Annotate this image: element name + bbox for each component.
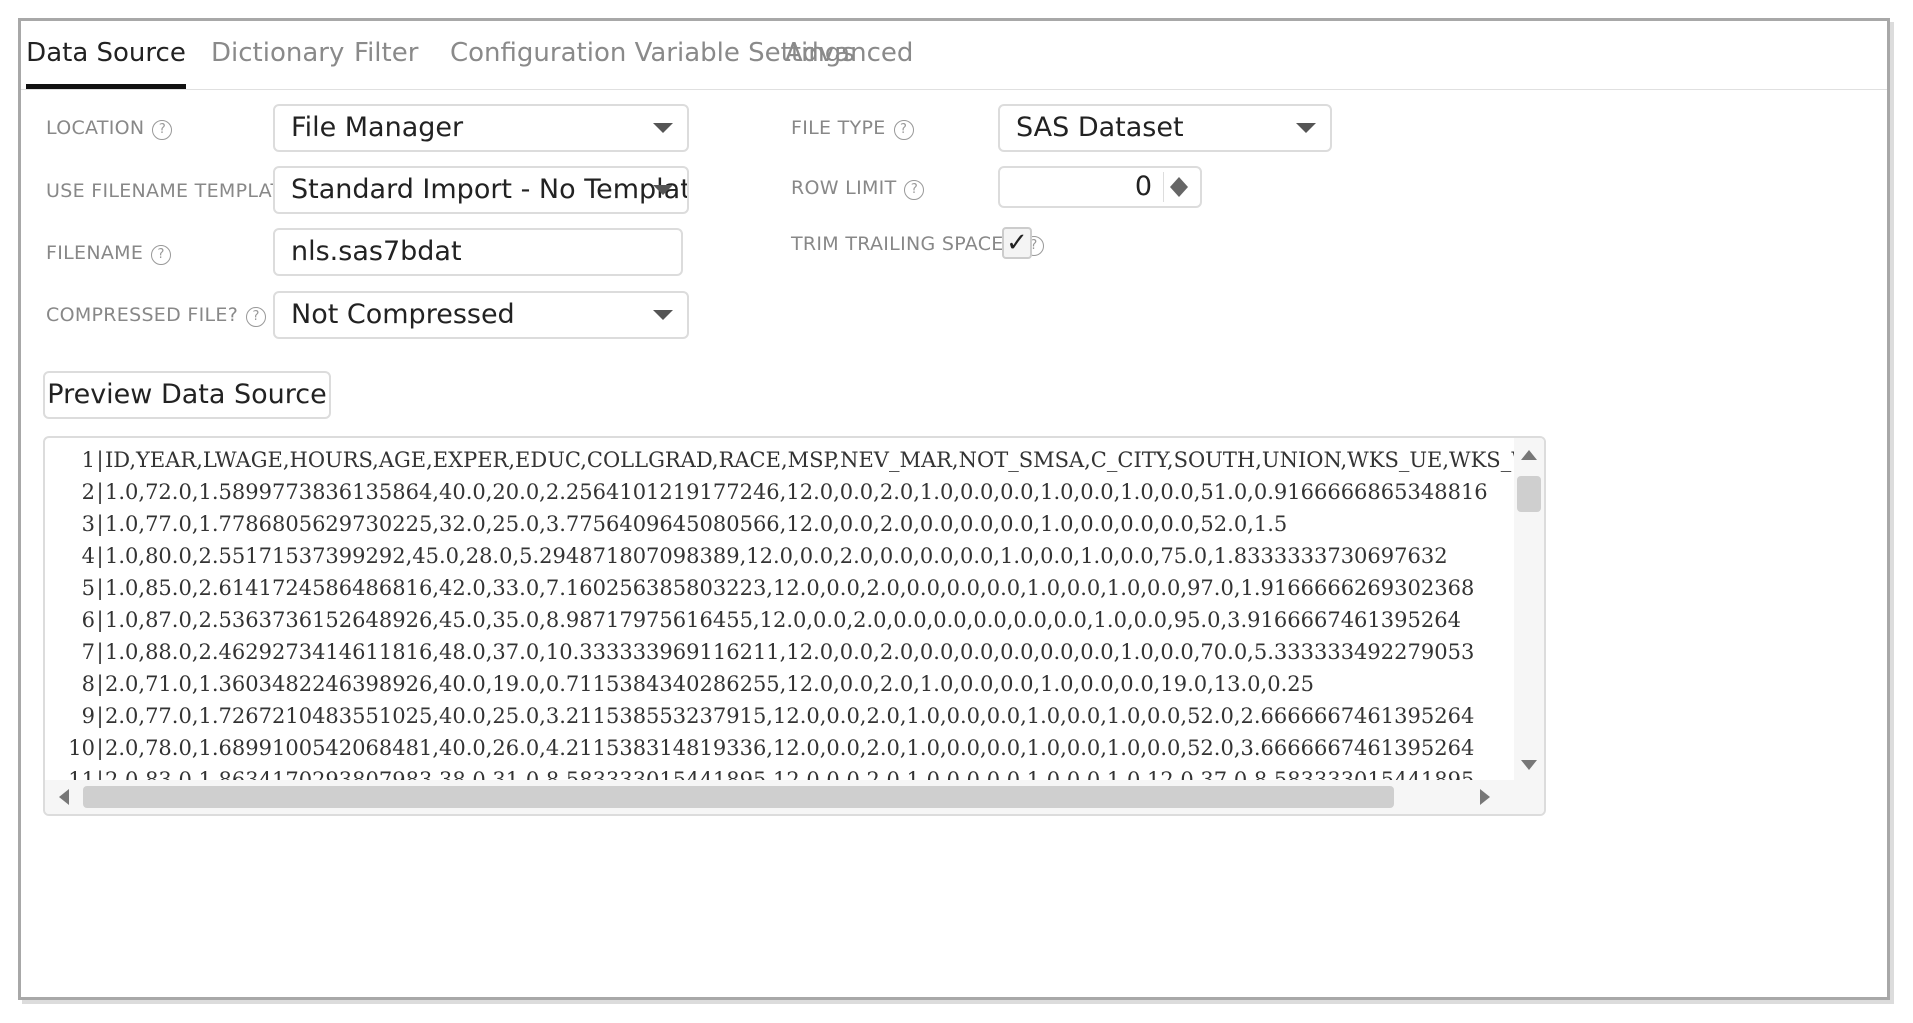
preview-line: 7|1.0,88.0,2.4629273414611816,48.0,37.0,…: [47, 636, 1544, 668]
tab-bar: Data Source Dictionary Filter Configurat…: [21, 21, 1887, 90]
line-text: 2.0,77.0,1.7267210483551025,40.0,25.0,3.…: [105, 704, 1475, 728]
compressed-label-text: COMPRESSED FILE?: [46, 304, 239, 326]
file-type-value: SAS Dataset: [1016, 112, 1184, 143]
horizontal-scrollbar[interactable]: [45, 780, 1544, 814]
line-text: 1.0,80.0,2.55171537399292,45.0,28.0,5.29…: [105, 544, 1448, 568]
line-text: ID,YEAR,LWAGE,HOURS,AGE,EXPER,EDUC,COLLG…: [105, 448, 1546, 472]
preview-line: 8|2.0,71.0,1.3603482246398926,40.0,19.0,…: [47, 668, 1544, 700]
preview-data-source-button[interactable]: Preview Data Source: [43, 371, 331, 419]
filename-label-text: FILENAME: [46, 242, 144, 264]
row-limit-stepper[interactable]: 0: [998, 166, 1202, 208]
tab-dictionary[interactable]: Dictionary: [211, 21, 344, 89]
preview-line: 9|2.0,77.0,1.7267210483551025,40.0,25.0,…: [47, 700, 1544, 732]
chevron-down-icon: [653, 310, 673, 320]
line-number: 1: [81, 448, 95, 472]
line-separator: |: [96, 736, 104, 760]
line-number: 4: [81, 544, 95, 568]
line-text: 1.0,87.0,2.5363736152648926,45.0,35.0,8.…: [105, 608, 1461, 632]
data-preview-pane[interactable]: 1|ID,YEAR,LWAGE,HOURS,AGE,EXPER,EDUC,COL…: [43, 436, 1546, 816]
line-number: 2: [81, 480, 95, 504]
line-text: 2.0,71.0,1.3603482246398926,40.0,19.0,0.…: [105, 672, 1314, 696]
compressed-select[interactable]: Not Compressed: [273, 291, 689, 339]
scroll-right-icon[interactable]: [1480, 789, 1490, 805]
stepper-divider: [1163, 172, 1164, 202]
line-number: 9: [81, 704, 95, 728]
line-separator: |: [96, 640, 104, 664]
help-icon[interactable]: ?: [151, 245, 172, 265]
vertical-scroll-thumb[interactable]: [1517, 476, 1541, 512]
tab-advanced[interactable]: Advanced: [785, 21, 913, 89]
file-type-label: FILE TYPE?: [791, 116, 914, 140]
scroll-up-icon[interactable]: [1521, 450, 1537, 460]
help-icon[interactable]: ?: [904, 180, 925, 200]
increment-icon[interactable]: [1170, 177, 1188, 187]
filename-template-select[interactable]: Standard Import - No Template: [273, 166, 689, 214]
preview-lines: 1|ID,YEAR,LWAGE,HOURS,AGE,EXPER,EDUC,COL…: [47, 444, 1546, 814]
scroll-down-icon[interactable]: [1521, 760, 1537, 770]
filename-input[interactable]: nls.sas7bdat: [273, 228, 683, 276]
file-type-label-text: FILE TYPE: [791, 117, 886, 139]
data-source-panel: Data Source Dictionary Filter Configurat…: [18, 18, 1890, 1000]
help-icon[interactable]: ?: [152, 120, 173, 140]
template-value: Standard Import - No Template: [291, 174, 689, 205]
line-separator: |: [96, 448, 104, 472]
decrement-icon[interactable]: [1170, 187, 1188, 197]
preview-line: 2|1.0,72.0,1.5899773836135864,40.0,20.0,…: [47, 476, 1544, 508]
line-separator: |: [96, 480, 104, 504]
line-text: 1.0,85.0,2.6141724586486816,42.0,33.0,7.…: [105, 576, 1475, 600]
trim-label-text: TRIM TRAILING SPACES: [791, 233, 1016, 255]
line-separator: |: [96, 608, 104, 632]
line-separator: |: [96, 576, 104, 600]
preview-line: 3|1.0,77.0,1.7786805629730225,32.0,25.0,…: [47, 508, 1544, 540]
tab-data-source[interactable]: Data Source: [26, 21, 186, 89]
row-limit-label-text: ROW LIMIT: [791, 177, 897, 199]
chevron-down-icon: [653, 123, 673, 133]
trim-trailing-spaces-checkbox[interactable]: ✓: [1002, 227, 1032, 259]
line-text: 1.0,72.0,1.5899773836135864,40.0,20.0,2.…: [105, 480, 1488, 504]
line-text: 1.0,88.0,2.4629273414611816,48.0,37.0,10…: [105, 640, 1475, 664]
vertical-scrollbar[interactable]: [1514, 438, 1544, 780]
chevron-down-icon: [653, 185, 673, 195]
preview-line: 1|ID,YEAR,LWAGE,HOURS,AGE,EXPER,EDUC,COL…: [47, 444, 1546, 476]
location-label: LOCATION?: [46, 116, 173, 140]
row-limit-value: 0: [1134, 171, 1152, 202]
template-label-text: USE FILENAME TEMPLATE: [46, 180, 295, 202]
location-select[interactable]: File Manager: [273, 104, 689, 152]
help-icon[interactable]: ?: [893, 120, 914, 140]
line-text: 1.0,77.0,1.7786805629730225,32.0,25.0,3.…: [105, 512, 1288, 536]
horizontal-scroll-thumb[interactable]: [83, 786, 1394, 808]
line-number: 6: [81, 608, 95, 632]
line-text: 2.0,78.0,1.6899100542068481,40.0,26.0,4.…: [105, 736, 1475, 760]
preview-line: 10|2.0,78.0,1.6899100542068481,40.0,26.0…: [47, 732, 1544, 764]
line-number: 7: [81, 640, 95, 664]
line-number: 8: [81, 672, 95, 696]
compressed-label: COMPRESSED FILE??: [46, 303, 267, 327]
compressed-value: Not Compressed: [291, 299, 515, 330]
line-separator: |: [96, 512, 104, 536]
location-label-text: LOCATION: [46, 117, 145, 139]
filename-label: FILENAME?: [46, 241, 172, 265]
line-number: 5: [81, 576, 95, 600]
scroll-left-icon[interactable]: [59, 789, 69, 805]
line-number: 3: [81, 512, 95, 536]
help-icon[interactable]: ?: [246, 307, 267, 327]
line-separator: |: [96, 544, 104, 568]
tab-filter[interactable]: Filter: [354, 21, 418, 89]
line-separator: |: [96, 704, 104, 728]
preview-line: 4|1.0,80.0,2.55171537399292,45.0,28.0,5.…: [47, 540, 1544, 572]
location-value: File Manager: [291, 112, 464, 143]
row-limit-label: ROW LIMIT?: [791, 176, 925, 200]
line-separator: |: [96, 672, 104, 696]
preview-line: 6|1.0,87.0,2.5363736152648926,45.0,35.0,…: [47, 604, 1544, 636]
chevron-down-icon: [1296, 123, 1316, 133]
file-type-select[interactable]: SAS Dataset: [998, 104, 1332, 152]
line-number: 10: [68, 736, 95, 760]
preview-line: 5|1.0,85.0,2.6141724586486816,42.0,33.0,…: [47, 572, 1544, 604]
